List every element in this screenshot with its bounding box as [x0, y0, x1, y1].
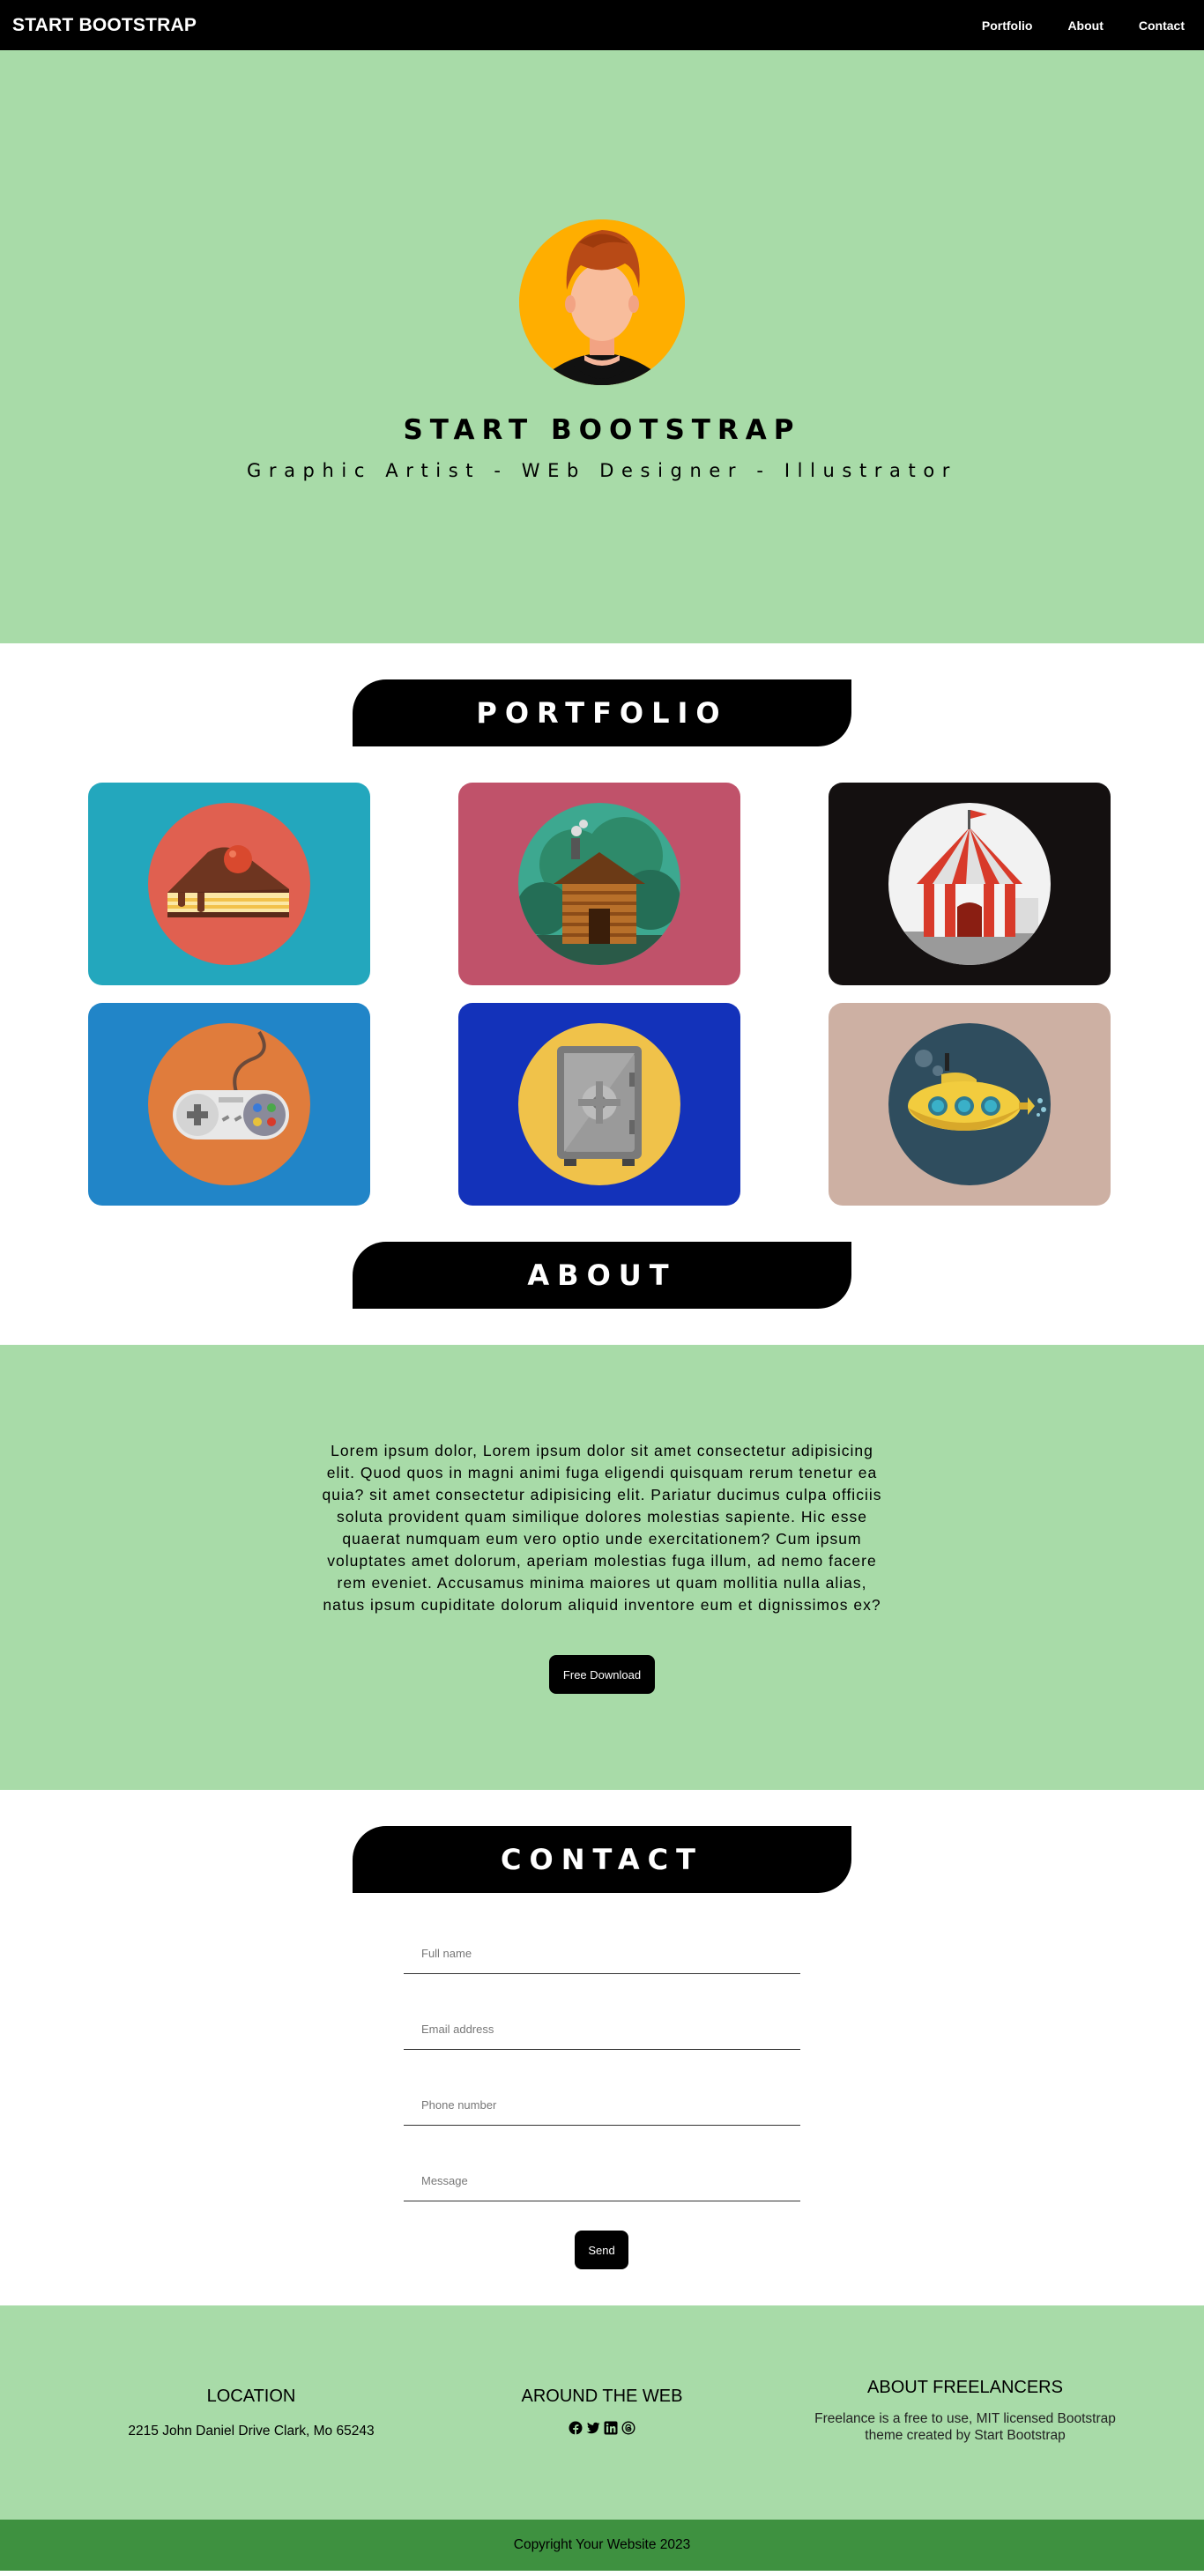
safe-icon	[518, 1023, 680, 1185]
about-heading: ABOUT	[353, 1242, 851, 1309]
full-name-field[interactable]	[404, 1934, 800, 1974]
about-freelancers-heading: ABOUT FREELANCERS	[867, 2378, 1063, 2397]
location-heading: LOCATION	[206, 2387, 296, 2406]
game-controller-icon	[148, 1023, 310, 1185]
footer-location: LOCATION 2215 John Daniel Drive Clark, M…	[115, 2387, 388, 2439]
footer-about-freelancers: ABOUT FREELANCERS Freelance is a free to…	[798, 2378, 1133, 2444]
message-field[interactable]	[404, 2161, 800, 2201]
about-freelancers-text: Freelance is a free to use, MIT licensed…	[814, 2411, 1116, 2443]
hero-title: START BOOTSTRAP	[403, 414, 801, 446]
facebook-icon[interactable]	[569, 2421, 583, 2435]
linkedin-icon[interactable]	[604, 2421, 618, 2435]
cake-icon	[148, 803, 310, 965]
portfolio-heading: PORTFOLIO	[353, 679, 851, 746]
portfolio-item-safe[interactable]	[458, 1003, 740, 1206]
portfolio-item-cake[interactable]	[88, 783, 370, 985]
about-section: Lorem ipsum dolor, Lorem ipsum dolor sit…	[0, 1345, 1204, 1790]
submarine-icon	[888, 1023, 1051, 1185]
free-download-button[interactable]: Free Download	[549, 1655, 655, 1694]
hero-section: START BOOTSTRAP Graphic Artist - WEb Des…	[0, 50, 1204, 643]
avatar	[519, 219, 685, 385]
nav-link-about[interactable]: About	[1067, 19, 1103, 33]
portfolio-item-controller[interactable]	[88, 1003, 370, 1206]
portfolio-item-circus[interactable]	[829, 783, 1111, 985]
nav-link-contact[interactable]: Contact	[1139, 19, 1185, 33]
navbar: START BOOTSTRAP Portfolio About Contact	[0, 0, 1204, 50]
send-button[interactable]: Send	[575, 2231, 628, 2269]
twitter-icon[interactable]	[586, 2421, 600, 2435]
copyright-bar: Copyright Your Website 2023	[0, 2520, 1204, 2571]
hero-subtitle: Graphic Artist - WEb Designer - Illustra…	[246, 460, 958, 481]
around-web-heading: AROUND THE WEB	[521, 2387, 683, 2406]
nav-link-portfolio[interactable]: Portfolio	[982, 19, 1033, 33]
phone-field[interactable]	[404, 2085, 800, 2126]
contact-heading: CONTACT	[353, 1826, 851, 1893]
circus-tent-icon	[888, 803, 1051, 965]
footer-around-web: AROUND THE WEB	[487, 2387, 717, 2435]
person-avatar-icon	[519, 219, 685, 385]
portfolio-item-submarine[interactable]	[829, 1003, 1111, 1206]
footer: LOCATION 2215 John Daniel Drive Clark, M…	[0, 2305, 1204, 2520]
email-field[interactable]	[404, 2009, 800, 2050]
about-text: Lorem ipsum dolor, Lorem ipsum dolor sit…	[322, 1442, 882, 1614]
threads-icon[interactable]	[621, 2421, 635, 2435]
portfolio-item-cabin[interactable]	[458, 783, 740, 985]
location-address: 2215 John Daniel Drive Clark, Mo 65243	[128, 2424, 375, 2439]
brand-logo[interactable]: START BOOTSTRAP	[12, 15, 197, 36]
cabin-icon	[518, 803, 680, 965]
nav-links: Portfolio About Contact	[982, 19, 1192, 33]
social-links	[487, 2421, 717, 2435]
